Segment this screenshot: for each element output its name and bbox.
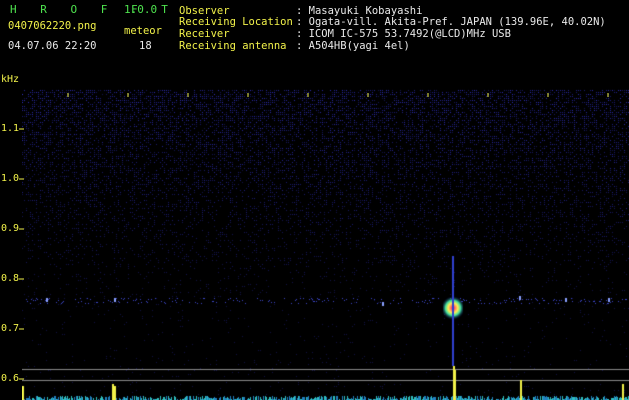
- axis-ticks: [19, 93, 609, 380]
- hroftt-spectrogram-window: H R O F F T 1.0.0 0407062220.png meteor …: [0, 0, 629, 400]
